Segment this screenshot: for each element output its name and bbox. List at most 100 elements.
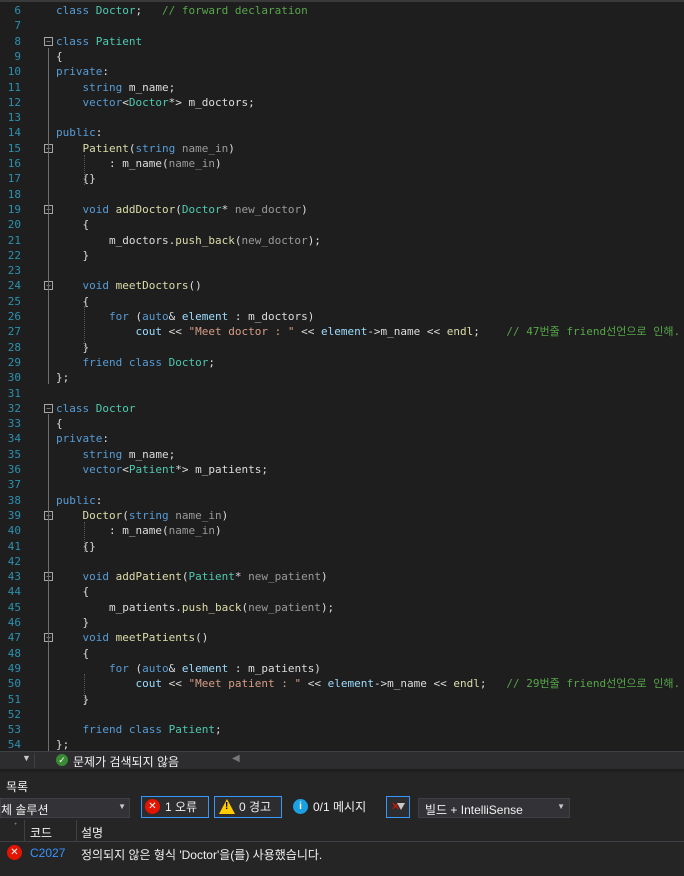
code-line[interactable]: 9{ [0, 49, 684, 64]
code-line[interactable]: 18 [0, 187, 684, 202]
code-line[interactable]: 41 {} [0, 539, 684, 554]
code-line[interactable]: 13 [0, 110, 684, 125]
code-text[interactable]: class Doctor; // forward declaration [56, 3, 308, 18]
code-text[interactable]: private: [56, 431, 109, 446]
code-text[interactable]: : m_name(name_in) [56, 156, 222, 171]
code-line[interactable]: 37 [0, 477, 684, 492]
code-text[interactable]: void addDoctor(Doctor* new_doctor) [56, 202, 308, 217]
code-text[interactable]: void meetPatients() [56, 630, 209, 645]
code-line[interactable]: 28 } [0, 340, 684, 355]
code-text[interactable]: void addPatient(Patient* new_patient) [56, 569, 328, 584]
code-text[interactable]: class Doctor [56, 401, 136, 416]
code-text[interactable]: public: [56, 125, 102, 140]
code-text[interactable]: }; [56, 737, 69, 751]
code-text[interactable]: {} [56, 171, 95, 186]
code-line[interactable]: 32 − class Doctor [0, 401, 684, 416]
code-editor[interactable]: 6 class Doctor; // forward declaration 7 8 −… [0, 0, 684, 751]
code-line[interactable]: 24− void meetDoctors() [0, 278, 684, 293]
code-line[interactable]: 38 public: [0, 493, 684, 508]
code-line[interactable]: 49 for (auto& element : m_patients) [0, 661, 684, 676]
code-text[interactable]: vector<Doctor*> m_doctors; [56, 95, 255, 110]
filter-toggle-button[interactable]: ✕ [386, 796, 410, 818]
code-line[interactable]: 20 { [0, 217, 684, 232]
code-line[interactable]: 45 m_patients.push_back(new_patient); [0, 600, 684, 615]
collapse-icon[interactable]: − [44, 36, 53, 46]
code-text[interactable]: } [56, 615, 89, 630]
code-text[interactable]: Patient(string name_in) [56, 141, 235, 156]
code-text[interactable]: friend class Doctor; [56, 355, 215, 370]
code-text[interactable]: : m_name(name_in) [56, 523, 222, 538]
code-text[interactable]: vector<Patient*> m_patients; [56, 462, 268, 477]
code-line[interactable]: 15− Patient(string name_in) [0, 141, 684, 156]
code-line[interactable]: 29 friend class Doctor; [0, 355, 684, 370]
code-line[interactable]: 8 − class Patient [0, 34, 684, 49]
code-text[interactable]: friend class Patient; [56, 722, 222, 737]
code-line[interactable]: 27 cout << "Meet doctor : " << element->… [0, 324, 684, 339]
code-line[interactable]: 19− void addDoctor(Doctor* new_doctor) [0, 202, 684, 217]
code-text[interactable]: m_patients.push_back(new_patient); [56, 600, 334, 615]
code-line[interactable]: 10 private: [0, 64, 684, 79]
scope-dropdown[interactable]: 체 솔루션 ▼ [0, 798, 130, 818]
code-text[interactable]: m_doctors.push_back(new_doctor); [56, 233, 321, 248]
code-line[interactable]: 7 [0, 18, 684, 33]
errors-filter-button[interactable]: ✕ 1 오류 [141, 796, 209, 818]
code-line[interactable]: 26 for (auto& element : m_doctors) [0, 309, 684, 324]
code-text[interactable]: { [56, 49, 63, 64]
code-text[interactable]: { [56, 646, 89, 661]
code-text[interactable]: { [56, 416, 63, 431]
code-line[interactable]: 12 vector<Doctor*> m_doctors; [0, 95, 684, 110]
code-line[interactable]: 22 } [0, 248, 684, 263]
code-text[interactable]: cout << "Meet doctor : " << element->m_n… [56, 324, 680, 339]
code-text[interactable]: class Patient [56, 34, 142, 49]
code-line[interactable]: 23 [0, 263, 684, 278]
code-line[interactable]: 43− void addPatient(Patient* new_patient… [0, 569, 684, 584]
issues-status-text[interactable]: 문제가 검색되지 않음 [73, 753, 179, 770]
zoom-dropdown[interactable]: ▼ [0, 753, 35, 768]
code-text[interactable]: string m_name; [56, 80, 176, 95]
code-text[interactable]: { [56, 217, 89, 232]
code-line[interactable]: 53 friend class Patient; [0, 722, 684, 737]
code-line[interactable]: 6 class Doctor; // forward declaration [0, 3, 684, 18]
error-code-link[interactable]: C2027 [30, 846, 65, 860]
code-line[interactable]: 42 [0, 554, 684, 569]
table-row[interactable]: ✕ C2027 정의되지 않은 형식 'Doctor'을(를) 사용했습니다. [0, 842, 684, 864]
code-line[interactable]: 44 { [0, 584, 684, 599]
warnings-filter-button[interactable]: ! 0 경고 [214, 796, 282, 818]
code-text[interactable]: string m_name; [56, 447, 176, 462]
code-line[interactable]: 47− void meetPatients() [0, 630, 684, 645]
code-line[interactable]: 14 public: [0, 125, 684, 140]
code-line[interactable]: 35 string m_name; [0, 447, 684, 462]
code-text[interactable]: { [56, 584, 89, 599]
code-text[interactable]: for (auto& element : m_patients) [56, 661, 321, 676]
code-text[interactable]: for (auto& element : m_doctors) [56, 309, 314, 324]
code-line[interactable]: 52 [0, 707, 684, 722]
code-line[interactable]: 40 : m_name(name_in) [0, 523, 684, 538]
code-line[interactable]: 39− Doctor(string name_in) [0, 508, 684, 523]
code-line[interactable]: 33 { [0, 416, 684, 431]
code-line[interactable]: 36 vector<Patient*> m_patients; [0, 462, 684, 477]
code-line[interactable]: 17 {} [0, 171, 684, 186]
code-text[interactable]: private: [56, 64, 109, 79]
messages-filter-button[interactable]: i 0/1 메시지 [287, 796, 379, 818]
code-line[interactable]: 30}; [0, 370, 684, 385]
collapse-icon[interactable]: − [44, 403, 53, 413]
column-header-description[interactable]: 설명 [81, 824, 103, 841]
code-text[interactable]: } [56, 248, 89, 263]
code-line[interactable]: 21 m_doctors.push_back(new_doctor); [0, 233, 684, 248]
code-line[interactable]: 34 private: [0, 431, 684, 446]
code-line[interactable]: 54}; [0, 737, 684, 751]
code-text[interactable]: }; [56, 370, 69, 385]
code-line[interactable]: 31 [0, 386, 684, 401]
build-filter-dropdown[interactable]: 빌드 + IntelliSense ▼ [418, 798, 570, 818]
code-text[interactable]: public: [56, 493, 102, 508]
code-text[interactable]: void meetDoctors() [56, 278, 202, 293]
code-line[interactable]: 46 } [0, 615, 684, 630]
code-text[interactable]: {} [56, 539, 95, 554]
column-header-code[interactable]: 코드 [30, 824, 52, 841]
code-line[interactable]: 25 { [0, 294, 684, 309]
code-line[interactable]: 11 string m_name; [0, 80, 684, 95]
code-line[interactable]: 16 : m_name(name_in) [0, 156, 684, 171]
code-line[interactable]: 48 { [0, 646, 684, 661]
code-line[interactable]: 50 cout << "Meet patient : " << element-… [0, 676, 684, 691]
sort-icon[interactable]: ᐩ [14, 821, 17, 830]
